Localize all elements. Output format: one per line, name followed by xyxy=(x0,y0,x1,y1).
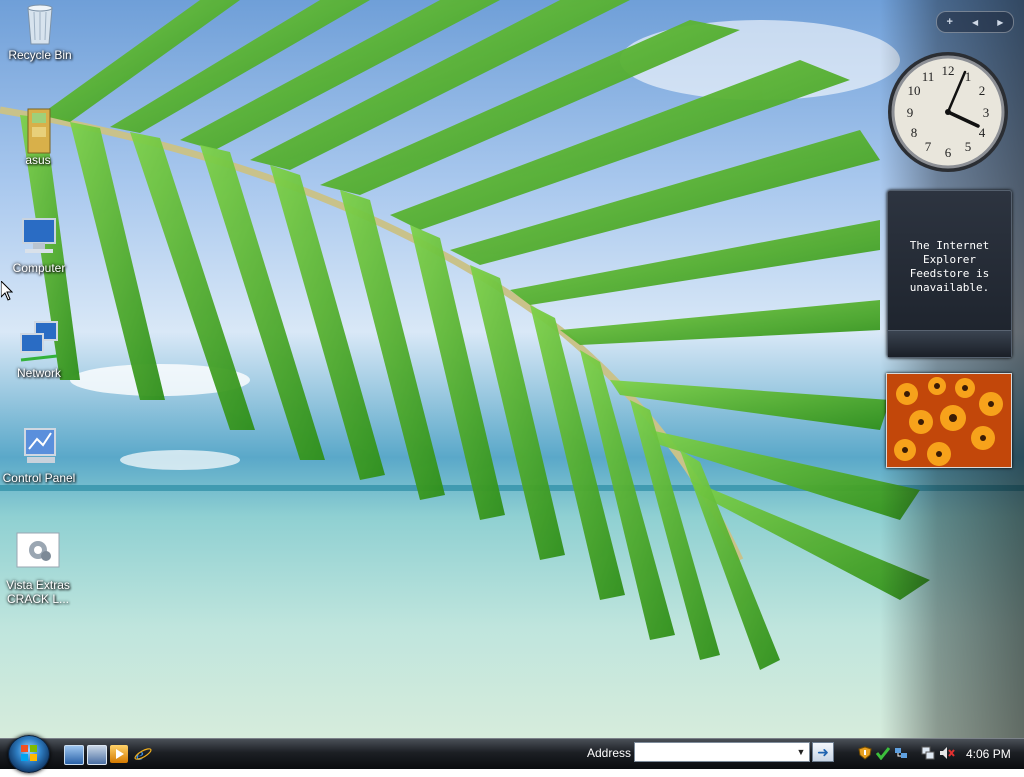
desktop-icon-vista-extras[interactable]: Vista Extras CRACK L... xyxy=(0,532,78,606)
desktop-icon-recycle-bin[interactable]: Recycle Bin xyxy=(0,2,80,62)
clock-number: 2 xyxy=(979,83,986,98)
clock-number: 10 xyxy=(908,83,921,98)
security-shield-icon[interactable] xyxy=(858,746,872,760)
show-desktop-icon[interactable] xyxy=(64,745,84,765)
taskbar-clock[interactable]: 4:06 PM xyxy=(966,747,1011,761)
desktop-wallpaper xyxy=(0,0,1024,738)
mouse-cursor-icon xyxy=(1,281,13,301)
clock-number: 12 xyxy=(942,63,955,78)
network-icon xyxy=(17,320,61,364)
internet-explorer-icon[interactable]: e xyxy=(134,745,152,764)
computer-icon xyxy=(17,215,61,259)
network-status-icon[interactable] xyxy=(921,746,935,760)
desktop-icon-label: Control Panel xyxy=(2,471,76,485)
start-orb-icon[interactable] xyxy=(8,735,50,773)
address-input[interactable] xyxy=(634,742,810,762)
control-panel-icon xyxy=(17,425,61,469)
feed-message-line: The Internet Explorer xyxy=(909,239,990,266)
taskbar: e Address ▼ ➜ 4:06 PM xyxy=(0,735,1024,773)
switch-windows-icon[interactable] xyxy=(87,745,107,765)
chevron-down-icon[interactable]: ▼ xyxy=(794,743,808,761)
feed-message-line: Feedstore is xyxy=(909,267,990,280)
desktop-icon-asus[interactable]: asus xyxy=(0,107,78,167)
media-player-icon[interactable] xyxy=(110,745,128,763)
clock-number: 4 xyxy=(979,125,986,140)
go-arrow-icon[interactable]: ➜ xyxy=(812,742,834,762)
feed-message-line: unavailable. xyxy=(909,281,990,294)
clock-number: 7 xyxy=(925,139,932,154)
feed-footer xyxy=(888,330,1011,357)
clock-gadget[interactable]: 12 1 2 3 4 5 6 7 8 9 10 11 xyxy=(886,50,1010,174)
clock-number: 3 xyxy=(983,105,990,120)
volume-muted-icon[interactable] xyxy=(939,746,955,760)
clock-number: 5 xyxy=(965,139,972,154)
clock-number: 8 xyxy=(911,125,918,140)
slideshow-gadget[interactable] xyxy=(886,373,1012,468)
clock-number: 9 xyxy=(907,105,914,120)
defender-check-icon[interactable] xyxy=(875,746,891,761)
add-gadget-button[interactable]: + xyxy=(947,16,953,28)
sidebar-controls: + ◀ ▶ xyxy=(936,11,1014,33)
desktop-icon-label-line1: Vista Extras xyxy=(6,578,70,592)
flower-photo xyxy=(887,374,1011,467)
folder-icon xyxy=(16,107,60,154)
address-toolbar-label: Address xyxy=(587,746,632,760)
previous-gadget-page-button[interactable]: ◀ xyxy=(972,18,978,27)
settings-gear-icon xyxy=(16,532,60,576)
desktop-icon-label: Computer xyxy=(12,261,66,275)
desktop-icon-control-panel[interactable]: Control Panel xyxy=(0,425,79,485)
feed-unavailable-message: The Internet Explorer Feedstore is unava… xyxy=(888,239,1011,295)
clock-number: 6 xyxy=(945,145,952,160)
desktop-icon-label: Recycle Bin xyxy=(8,48,72,62)
feed-headlines-gadget[interactable]: The Internet Explorer Feedstore is unava… xyxy=(887,190,1012,358)
clock-number: 11 xyxy=(922,69,935,84)
desktop-icon-network[interactable]: Network xyxy=(0,320,79,380)
desktop-icon-label-line2: CRACK L... xyxy=(6,592,69,606)
desktop-icon-computer[interactable]: Computer xyxy=(0,215,79,275)
desktop-icon-label: Network xyxy=(16,366,61,380)
desktop-icon-label: asus xyxy=(25,153,51,167)
network-connection-icon[interactable] xyxy=(894,746,908,760)
recycle-bin-icon xyxy=(18,2,62,46)
next-gadget-page-button[interactable]: ▶ xyxy=(997,18,1003,27)
